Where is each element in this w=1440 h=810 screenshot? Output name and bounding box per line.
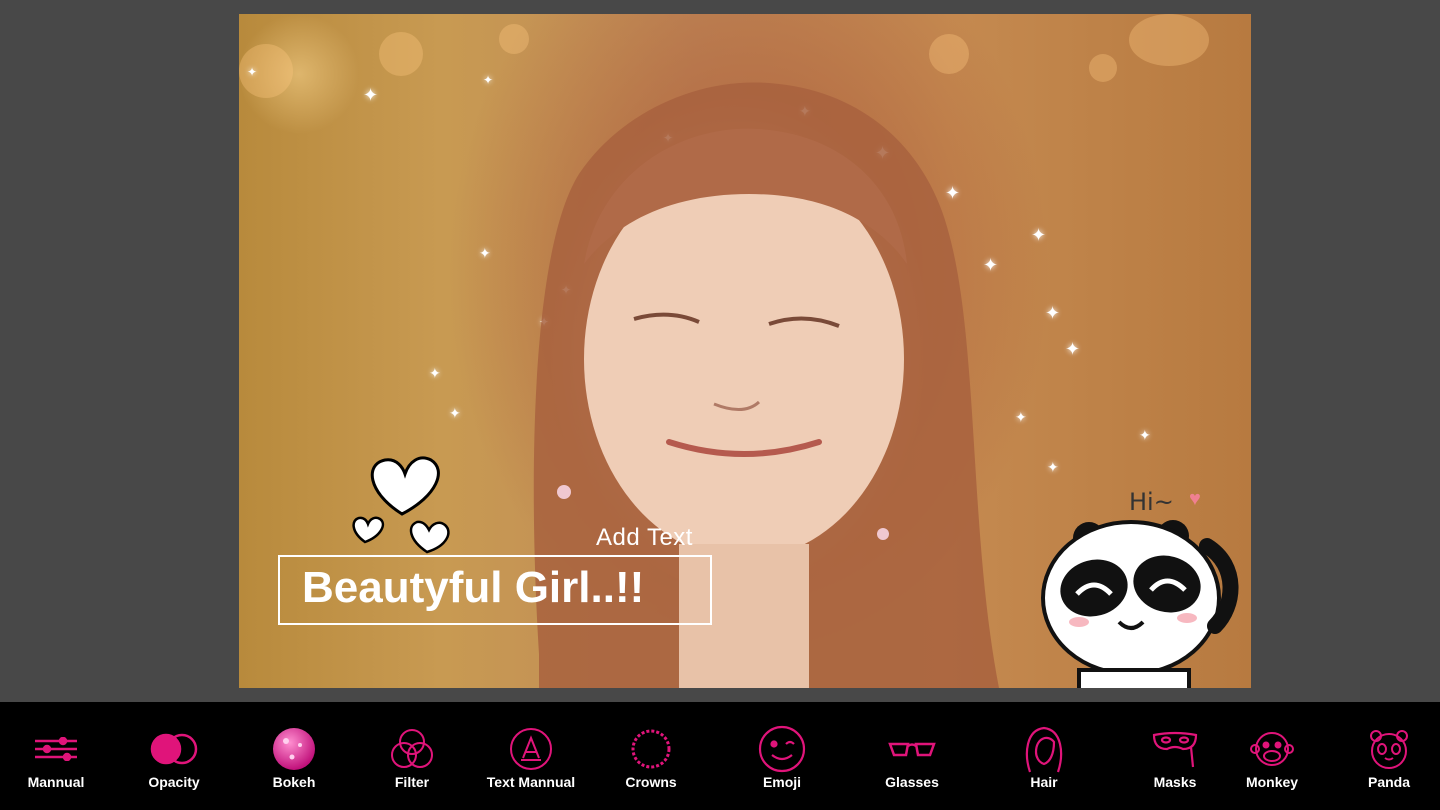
tool-label: Monkey — [1245, 774, 1299, 790]
tool-label: Filter — [394, 774, 430, 790]
tool-text-mannual[interactable]: Text Mannual — [476, 702, 586, 810]
bottom-toolbar: Mannual Opacity Bokeh Filter Text Mannua… — [0, 702, 1440, 810]
mask-icon — [1151, 724, 1199, 774]
tool-panda[interactable]: Panda — [1334, 702, 1440, 810]
text-overlay-box[interactable]: Beautyful Girl..!! — [278, 555, 712, 625]
tool-label: Emoji — [762, 774, 802, 790]
glasses-icon — [887, 724, 937, 774]
text-icon — [509, 724, 553, 774]
tool-label: Mannual — [27, 774, 85, 790]
tool-masks[interactable]: Masks — [1120, 702, 1230, 810]
tool-emoji[interactable]: Emoji — [727, 702, 837, 810]
opacity-icon — [149, 724, 199, 774]
tool-monkey[interactable]: Monkey — [1217, 702, 1327, 810]
tool-label: Glasses — [885, 774, 939, 790]
wink-emoji-icon — [758, 724, 806, 774]
filter-icon — [388, 724, 436, 774]
panda-sticker[interactable]: Hi~ ♥ — [1039, 476, 1251, 688]
tool-label: Panda — [1367, 774, 1410, 790]
tool-crowns[interactable]: Crowns — [596, 702, 706, 810]
hair-icon — [1022, 724, 1066, 774]
tool-label: Bokeh — [272, 774, 316, 790]
bokeh-icon — [272, 724, 316, 774]
tool-filter[interactable]: Filter — [357, 702, 467, 810]
tool-opacity[interactable]: Opacity — [119, 702, 229, 810]
photo-canvas[interactable]: ✦ ✦ ✦ ✦ ✦ ✦ ✦ ✦ ✦ ✦ ✦ ✦ ✦ ✦ ✦ ✦ ✦ ✦ ✦ ✦ … — [239, 14, 1251, 688]
monkey-icon — [1250, 724, 1294, 774]
tool-glasses[interactable]: Glasses — [857, 702, 967, 810]
sticker-caption: Hi~ — [1129, 488, 1174, 516]
crown-wreath-icon — [629, 724, 673, 774]
heart-icon: ♥ — [1189, 488, 1201, 510]
hearts-sticker[interactable] — [347, 442, 457, 557]
tool-bokeh[interactable]: Bokeh — [239, 702, 349, 810]
overlay-text: Beautyful Girl..!! — [302, 563, 645, 612]
tool-label: Hair — [1030, 774, 1058, 790]
tool-hair[interactable]: Hair — [989, 702, 1099, 810]
add-text-label[interactable]: Add Text — [596, 524, 693, 552]
tool-label: Text Mannual — [486, 774, 576, 790]
tool-label: Masks — [1153, 774, 1197, 790]
tool-label: Crowns — [625, 774, 677, 790]
tool-mannual[interactable]: Mannual — [1, 702, 111, 810]
panda-icon — [1367, 724, 1411, 774]
sliders-icon — [33, 724, 79, 774]
tool-label: Opacity — [148, 774, 200, 790]
